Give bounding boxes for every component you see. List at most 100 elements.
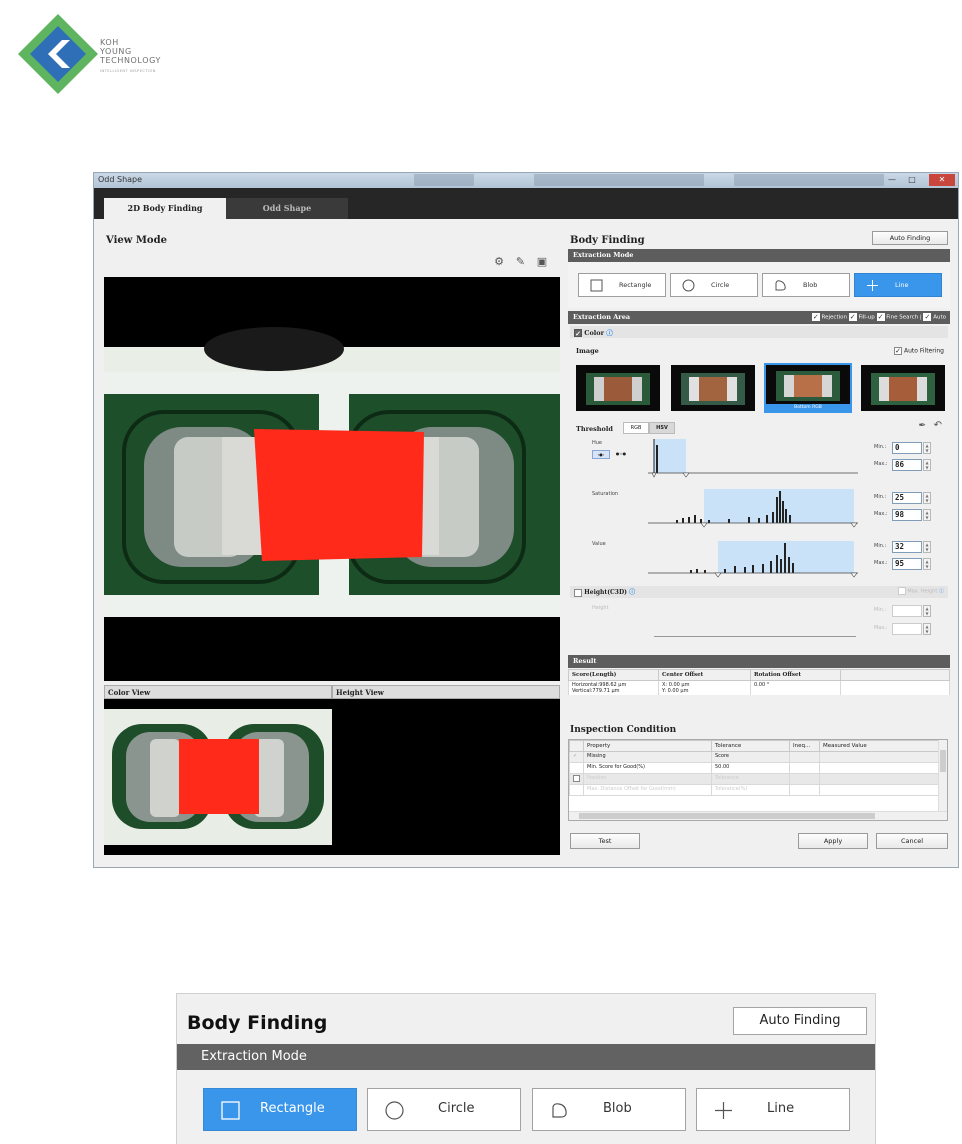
color-view-canvas[interactable] [104,699,332,855]
titlebar-blur [734,174,884,186]
saturation-histogram[interactable] [648,487,860,531]
result-table: Score(Length) Center Offset Rotation Off… [568,669,950,695]
auto-filtering-checkbox[interactable]: ✓ [894,347,903,355]
result-cell: X: 0.00 µm Y: 0.00 µm [658,680,751,695]
apply-button[interactable]: Apply [798,833,868,849]
thumb-image [586,373,650,405]
info-icon[interactable]: ⓘ [629,589,635,596]
fine-search-checkbox[interactable]: ✓ [876,313,885,321]
insp-property: Missing [583,751,712,763]
result-col-center: Center Offset [658,669,751,681]
fill-up-checkbox[interactable]: ✓ [848,313,857,321]
color-row: ✓ Color ⓘ [570,326,948,338]
inspection-grid: Property Tolerance Ineq... Measured Valu… [568,739,948,821]
thumbnail-2[interactable] [671,365,755,411]
spinner-arrows[interactable]: ▲ ▼ [923,492,931,504]
logo-text-koh: KOH [100,38,119,47]
maximize-icon[interactable]: □ [904,174,920,186]
insp-tolerance[interactable]: 50.00 [711,762,790,774]
koh-young-logo: KOH YOUNG TECHNOLOGY INTELLIGENT INSPECT… [18,14,188,94]
value-max-spinner[interactable]: Max.: 95 ▲ ▼ [874,558,932,570]
hue-max-label: Max.: [874,461,888,467]
hue-range-outside-button[interactable]: ●‹›● [612,450,630,459]
mode-circle-button[interactable]: Circle [670,273,758,297]
thumb-image [681,373,745,405]
spinner-arrows[interactable]: ▲ ▼ [923,541,931,553]
hue-range-inside-button[interactable]: ‹●› [592,450,610,459]
test-button[interactable]: Test [570,833,640,849]
table-row[interactable]: Position Tolerance [569,773,939,785]
height-max-label: Max.: [874,625,888,631]
mode-blob-label: Blob [803,281,818,289]
main-view-canvas[interactable] [104,277,560,681]
zoom-auto-finding-button[interactable]: Auto Finding [733,1007,867,1035]
auto-checkbox[interactable]: ✓ [923,313,932,321]
insp-col-tolerance: Tolerance [711,740,790,752]
scrollbar-thumb[interactable] [940,750,946,772]
height-min-input [892,605,922,617]
value-histogram[interactable] [648,537,860,581]
zoom-mode-blob-button[interactable]: Blob [532,1088,686,1131]
tab-2d-body-finding[interactable]: 2D Body Finding [104,198,226,219]
table-row[interactable]: ✓ Missing Score [569,751,939,763]
spinner-arrows[interactable]: ▲ ▼ [923,509,931,521]
hue-max-input[interactable]: 86 [892,459,922,471]
auto-finding-button[interactable]: Auto Finding [872,231,948,245]
zoom-mode-line-button[interactable]: Line [696,1088,850,1131]
tab-rgb[interactable]: RGB [623,422,649,434]
hue-min-input[interactable]: 0 [892,442,922,454]
thumbnail-4[interactable] [861,365,945,411]
value-min-input[interactable]: 32 [892,541,922,553]
value-min-spinner[interactable]: Min.: 32 ▲ ▼ [874,541,932,553]
tab-odd-shape[interactable]: Odd Shape [226,198,348,219]
hue-max-spinner[interactable]: Max.: 86 ▲ ▼ [874,459,932,471]
thumbnail-1[interactable] [576,365,660,411]
tab-hsv[interactable]: HSV [649,422,675,434]
saturation-min-input[interactable]: 25 [892,492,922,504]
height-view-canvas[interactable] [332,699,560,855]
saturation-max-spinner[interactable]: Max.: 98 ▲ ▼ [874,509,932,521]
scrollbar-thumb[interactable] [579,813,875,819]
info-icon[interactable]: ⓘ [939,589,944,595]
circle-icon [682,279,695,292]
window-title: Odd Shape [98,175,143,184]
table-row[interactable]: Min. Score for Good(%) 50.00 [569,762,939,774]
max-height-checkbox[interactable] [897,587,906,595]
mode-blob-button[interactable]: Blob [762,273,850,297]
spinner-arrows[interactable]: ▲ ▼ [923,558,931,570]
color-view-image [104,709,332,845]
fit-view-icon[interactable]: ▣ [533,255,551,268]
height-histogram-axis [654,636,856,637]
zoom-mode-rectangle-button[interactable]: Rectangle [203,1088,357,1131]
image-thumbnails: Bottom RGB [576,363,946,413]
undo-icon[interactable]: ↶ [934,420,942,431]
minimize-icon[interactable]: — [884,174,900,186]
table-row[interactable]: Max. Distance Offset for Good(mm) Tolera… [569,784,939,796]
color-checkbox[interactable]: ✓ [574,329,582,337]
ruler-icon[interactable]: ✎ [512,255,530,268]
hue-histogram[interactable] [648,437,860,479]
mode-line-button[interactable]: Line [854,273,942,297]
logo-tagline: INTELLIGENT INSPECTION [100,69,156,73]
horizontal-scrollbar[interactable] [569,811,947,820]
hue-min-spinner[interactable]: Min.: 0 ▲ ▼ [874,442,932,454]
height-checkbox[interactable] [574,588,582,597]
close-icon[interactable]: ✕ [929,174,955,186]
row-checkbox[interactable] [573,775,580,782]
rejection-checkbox[interactable]: ✓ [811,313,820,321]
thumbnail-3-selected[interactable]: Bottom RGB [764,363,852,413]
eyedropper-icon[interactable]: ✒ [918,421,926,431]
mode-rectangle-button[interactable]: Rectangle [578,273,666,297]
info-icon[interactable]: ⓘ [606,329,613,337]
spinner-arrows[interactable]: ▲ ▼ [923,442,931,454]
saturation-max-input[interactable]: 98 [892,509,922,521]
cancel-button[interactable]: Cancel [876,833,948,849]
zoom-mode-circle-button[interactable]: Circle [367,1088,521,1131]
value-max-input[interactable]: 95 [892,558,922,570]
saturation-min-spinner[interactable]: Min.: 25 ▲ ▼ [874,492,932,504]
camera-settings-icon[interactable]: ⚙ [490,255,508,268]
vertical-scrollbar[interactable] [938,740,947,812]
mode-circle-label: Circle [711,281,730,289]
spinner-arrows[interactable]: ▲ ▼ [923,459,931,471]
insp-property: Min. Score for Good(%) [583,762,712,774]
